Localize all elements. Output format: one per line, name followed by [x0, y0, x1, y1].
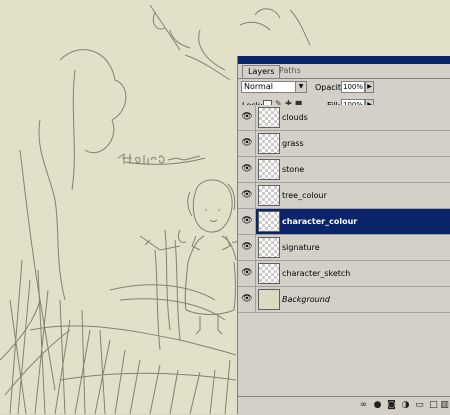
layer-row-character-colour[interactable]: 👁 character_colour: [238, 209, 450, 235]
blend-opacity-row: Normal ▼ Opacity: 100% ▶: [238, 79, 450, 97]
eye-icon[interactable]: 👁: [240, 136, 254, 150]
eye-icon[interactable]: 👁: [240, 162, 254, 176]
layer-name: Background: [282, 295, 330, 304]
layer-name: character_colour: [282, 217, 358, 226]
layer-thumbnail: [258, 107, 280, 128]
layer-name: grass: [282, 139, 304, 148]
eye-icon[interactable]: 👁: [240, 292, 254, 306]
layer-row-signature[interactable]: 👁 signature: [238, 235, 450, 261]
eye-icon[interactable]: 👁: [240, 188, 254, 202]
blend-mode-select[interactable]: Normal ▼: [241, 81, 307, 93]
layer-name: tree_colour: [282, 191, 327, 200]
layer-row-stone[interactable]: 👁 stone: [238, 157, 450, 183]
chevron-down-icon: ▼: [295, 82, 306, 92]
tab-paths[interactable]: Paths: [274, 65, 306, 77]
layer-thumbnail: [258, 185, 280, 206]
layer-row-character-sketch[interactable]: 👁 character_sketch: [238, 261, 450, 287]
eye-icon[interactable]: 👁: [240, 266, 254, 280]
panel-tabs: Layers Paths: [238, 64, 450, 79]
layer-name: signature: [282, 243, 320, 252]
layer-name: stone: [282, 165, 305, 174]
blend-mode-value: Normal: [244, 82, 273, 91]
group-folder-icon[interactable]: ▭: [414, 400, 425, 411]
eye-icon[interactable]: 👁: [240, 240, 254, 254]
layers-panel: Layers Paths Normal ▼ Opacity: 100% ▶ Lo…: [237, 56, 450, 415]
layer-thumbnail: [258, 237, 280, 258]
layer-mask-icon[interactable]: ◙: [386, 400, 397, 411]
eye-icon[interactable]: 👁: [240, 214, 254, 228]
layer-thumbnail: [258, 263, 280, 284]
layer-row-background[interactable]: 👁 Background: [238, 287, 450, 313]
layer-thumbnail: [258, 133, 280, 154]
layer-thumbnail: [258, 289, 280, 310]
layer-thumbnail: [258, 159, 280, 180]
new-layer-icon[interactable]: □: [428, 400, 439, 411]
adjustment-layer-icon[interactable]: ◑: [400, 400, 411, 411]
eye-icon[interactable]: 👁: [240, 110, 254, 124]
opacity-slider-button[interactable]: ▶: [365, 81, 374, 93]
opacity-field[interactable]: 100%: [341, 81, 365, 93]
layer-name: character_sketch: [282, 269, 351, 278]
layer-style-icon[interactable]: ●: [372, 400, 383, 411]
trash-icon[interactable]: ▥: [439, 400, 450, 411]
layer-thumbnail: [258, 211, 280, 232]
layer-row-tree-colour[interactable]: 👁 tree_colour: [238, 183, 450, 209]
layer-row-clouds[interactable]: 👁 clouds: [238, 105, 450, 131]
layer-row-grass[interactable]: 👁 grass: [238, 131, 450, 157]
layer-name: clouds: [282, 113, 308, 122]
link-icon[interactable]: ∞: [358, 400, 369, 411]
panel-bottom-toolbar: ∞ ● ◙ ◑ ▭ □ ▥: [238, 396, 450, 415]
panel-titlebar[interactable]: [238, 56, 450, 64]
layers-list: 👁 clouds 👁 grass 👁 stone 👁 tree_colour 👁: [238, 105, 450, 370]
